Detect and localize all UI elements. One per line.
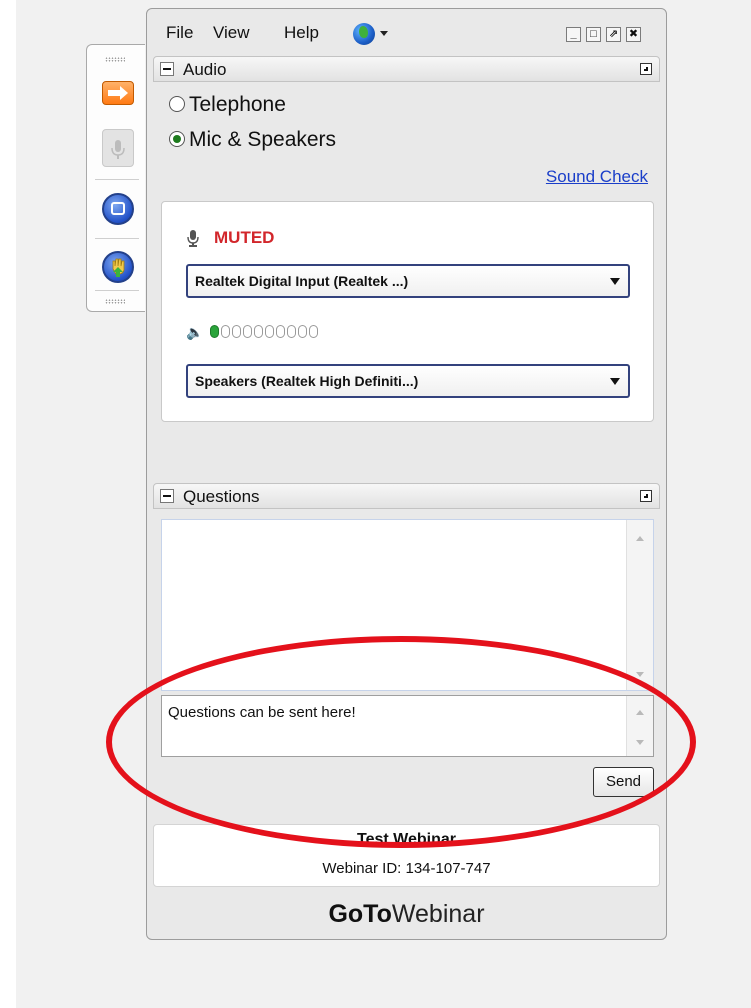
raise-hand-button[interactable] xyxy=(102,251,134,283)
screen-share-icon xyxy=(111,202,125,215)
speaker-device-value: Speakers (Realtek High Definiti...) xyxy=(195,373,419,389)
speaker-level-meter xyxy=(210,325,320,339)
chevron-down-icon[interactable] xyxy=(380,31,388,36)
questions-log[interactable] xyxy=(161,519,654,691)
microphone-icon xyxy=(111,140,125,159)
bottom-grip-handle[interactable] xyxy=(105,299,125,304)
level-segment xyxy=(232,325,241,338)
scroll-up-icon[interactable] xyxy=(636,536,644,541)
collapse-questions-button[interactable] xyxy=(160,489,174,503)
popout-audio-icon[interactable] xyxy=(640,63,652,75)
screen-share-button[interactable] xyxy=(102,193,134,225)
telephone-label: Telephone xyxy=(189,93,286,116)
menu-bar: File View Help _ □ ⇗ ✖ xyxy=(147,9,666,51)
popout-button[interactable]: ⇗ xyxy=(606,27,621,42)
speaker-icon: 🔈 xyxy=(186,324,204,340)
send-button[interactable]: Send xyxy=(593,767,654,797)
audio-section-title: Audio xyxy=(183,60,227,79)
level-segment xyxy=(287,325,296,338)
brand-bold: GoTo xyxy=(328,900,392,928)
collapse-panel-button[interactable] xyxy=(102,81,134,105)
level-segment xyxy=(210,325,219,338)
sound-check-link[interactable]: Sound Check xyxy=(546,167,648,187)
dropdown-arrow-icon xyxy=(610,378,620,385)
question-input-text: Questions can be sent here! xyxy=(168,704,356,721)
level-segment xyxy=(309,325,318,338)
questions-section-title: Questions xyxy=(183,487,260,506)
microphone-device-value: Realtek Digital Input (Realtek ...) xyxy=(195,273,409,289)
menu-view[interactable]: View xyxy=(213,23,250,43)
mic-speakers-option[interactable]: Mic & Speakers xyxy=(169,128,336,152)
webinar-id: Webinar ID: 134-107-747 xyxy=(322,860,491,877)
level-segment xyxy=(254,325,263,338)
arrow-right-icon xyxy=(108,86,128,100)
question-input[interactable]: Questions can be sent here! xyxy=(161,695,654,757)
speaker-device-select[interactable]: Speakers (Realtek High Definiti...) xyxy=(186,364,630,398)
strip-divider xyxy=(95,179,139,180)
close-button[interactable]: ✖ xyxy=(626,27,641,42)
menu-file[interactable]: File xyxy=(166,23,193,43)
popout-questions-icon[interactable] xyxy=(640,490,652,502)
telephone-radio[interactable] xyxy=(169,96,185,112)
level-segment xyxy=(243,325,252,338)
audio-devices-box: MUTED Realtek Digital Input (Realtek ...… xyxy=(161,201,654,422)
audio-section-header: Audio xyxy=(153,56,660,82)
mic-speakers-radio[interactable] xyxy=(169,131,185,147)
menu-help[interactable]: Help xyxy=(284,23,319,43)
telephone-option[interactable]: Telephone xyxy=(169,93,286,117)
gotowebinar-control-panel: File View Help _ □ ⇗ ✖ Audio Telephone M… xyxy=(146,8,667,940)
level-segment xyxy=(221,325,230,338)
strip-divider xyxy=(95,238,139,239)
questions-section-header: Questions xyxy=(153,483,660,509)
raise-hand-icon xyxy=(112,258,125,277)
scroll-down-icon[interactable] xyxy=(636,740,644,745)
minimize-button[interactable]: _ xyxy=(566,27,581,42)
level-segment xyxy=(276,325,285,338)
questions-log-scrollbar[interactable] xyxy=(626,520,653,690)
level-segment xyxy=(298,325,307,338)
dropdown-arrow-icon xyxy=(610,278,620,285)
top-grip-handle[interactable] xyxy=(105,57,125,62)
mic-status-label: MUTED xyxy=(214,228,275,247)
level-segment xyxy=(265,325,274,338)
scroll-down-icon[interactable] xyxy=(636,672,644,677)
maximize-button[interactable]: □ xyxy=(586,27,601,42)
control-panel-strip xyxy=(86,44,145,312)
brand-rest: Webinar xyxy=(391,900,485,928)
collapse-audio-button[interactable] xyxy=(160,62,174,76)
webinar-title: Test Webinar xyxy=(357,831,456,848)
globe-icon[interactable] xyxy=(353,23,375,45)
microphone-button[interactable] xyxy=(102,129,134,167)
microphone-device-select[interactable]: Realtek Digital Input (Realtek ...) xyxy=(186,264,630,298)
strip-divider xyxy=(95,290,139,291)
gotowebinar-logo: GoToWebinar xyxy=(147,900,666,929)
microphone-icon xyxy=(187,230,199,247)
webinar-info-box: Test Webinar Webinar ID: 134-107-747 xyxy=(153,824,660,887)
scroll-up-icon[interactable] xyxy=(636,710,644,715)
question-input-scrollbar[interactable] xyxy=(626,696,653,756)
mic-speakers-label: Mic & Speakers xyxy=(189,128,337,151)
